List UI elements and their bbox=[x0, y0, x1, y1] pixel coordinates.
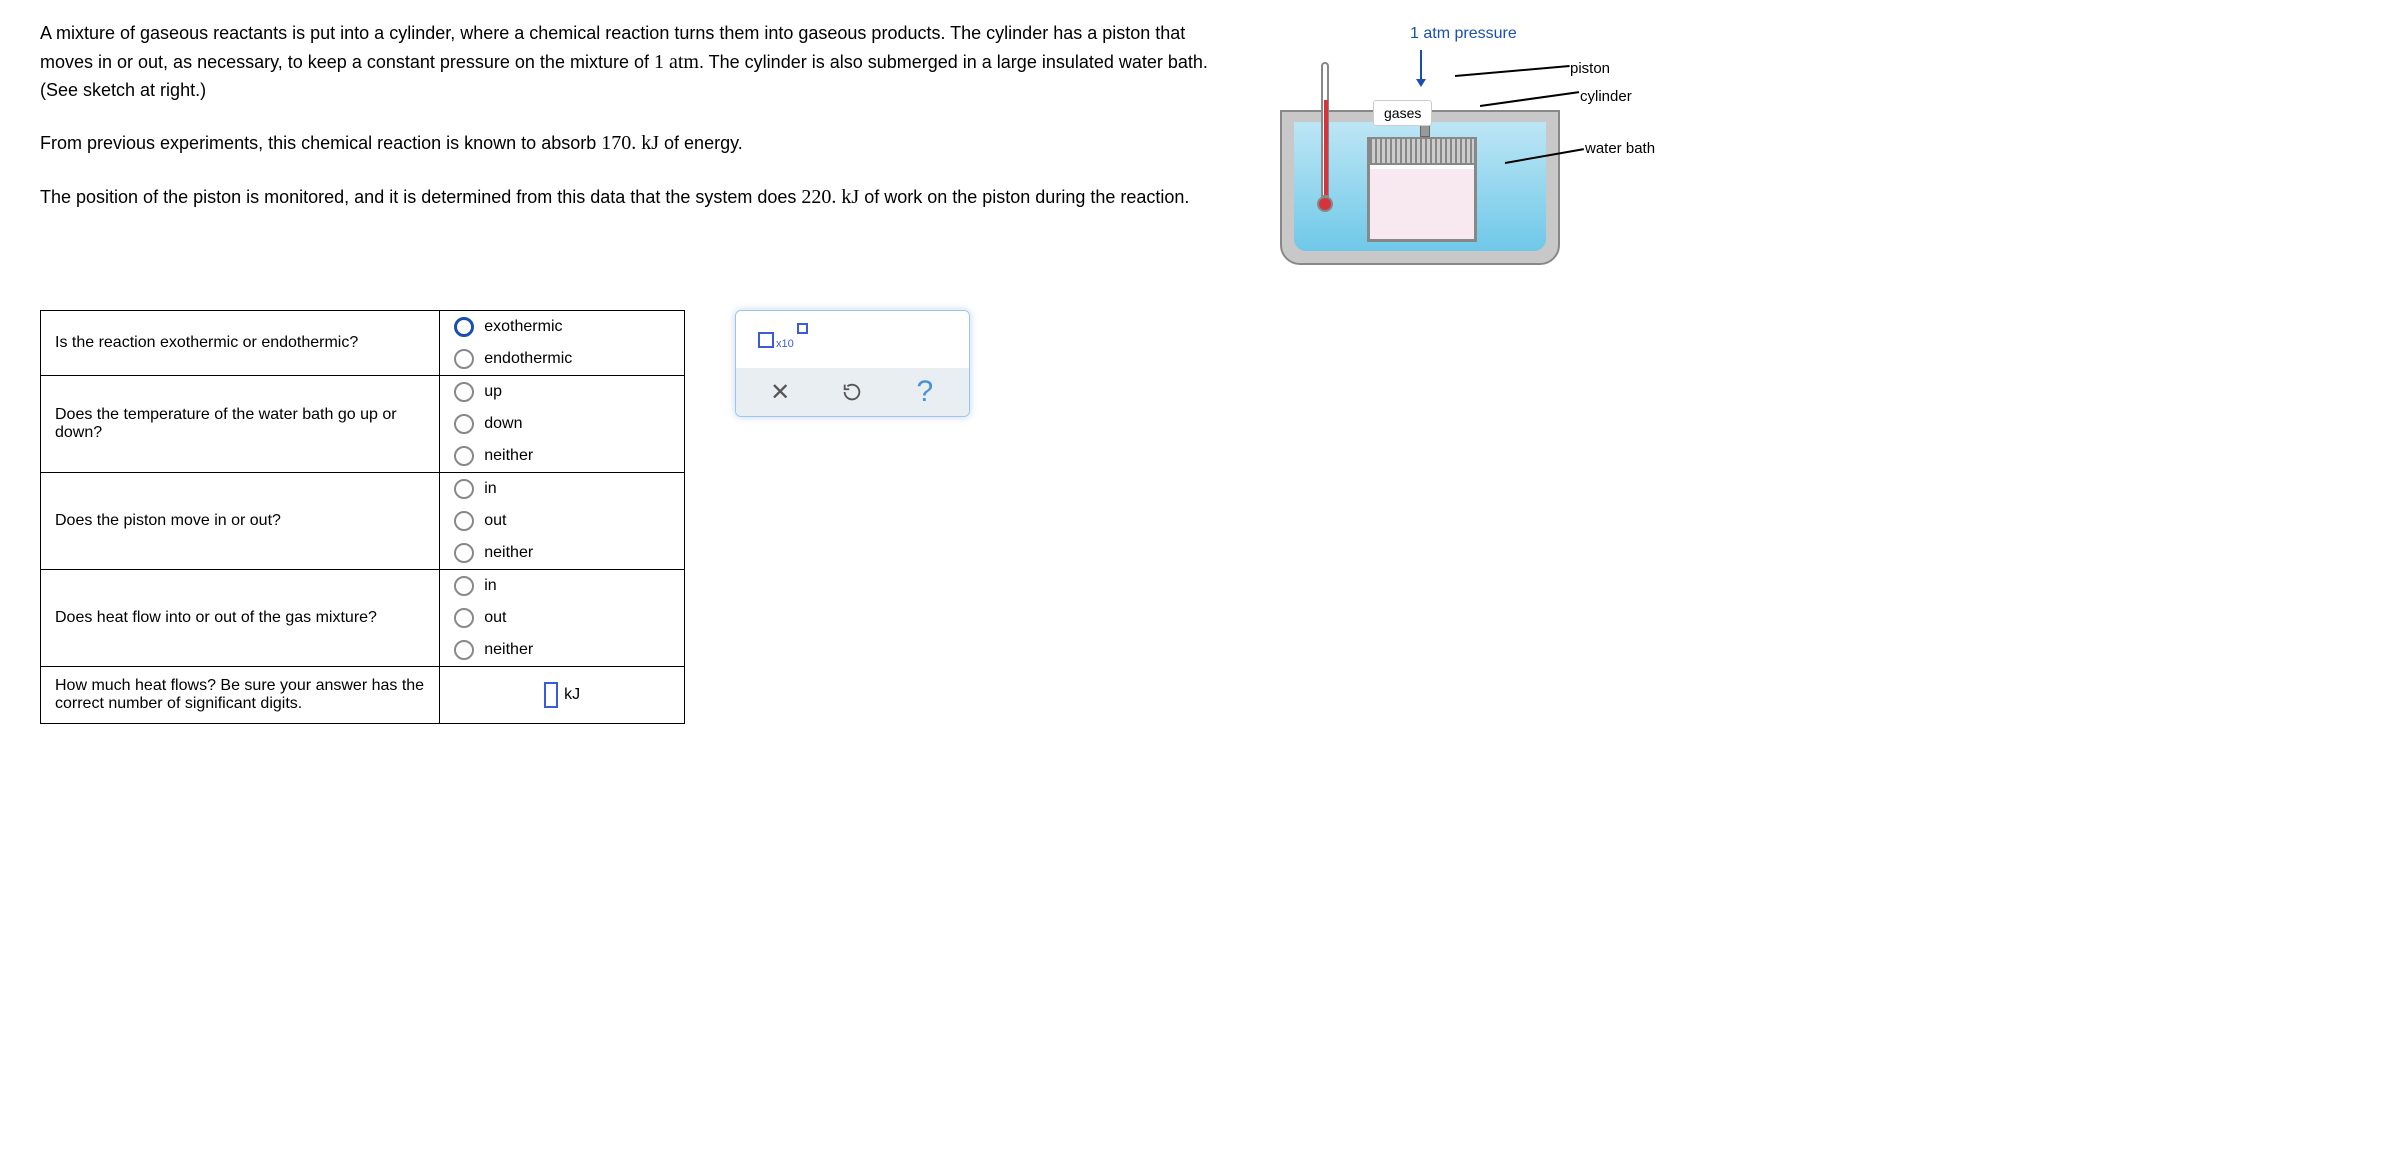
answer-options: exothermic endothermic bbox=[440, 311, 685, 376]
cylinder-label: cylinder bbox=[1580, 88, 1632, 105]
para3-b: of work on the piston during the reactio… bbox=[859, 187, 1189, 207]
heat-input[interactable] bbox=[544, 682, 558, 708]
radio-option[interactable]: in bbox=[440, 473, 684, 505]
option-label: down bbox=[484, 415, 522, 433]
option-label: in bbox=[484, 577, 496, 595]
radio-option[interactable]: up bbox=[440, 376, 684, 408]
radio-icon bbox=[454, 414, 474, 434]
radio-icon bbox=[454, 317, 474, 337]
question-text: Does the temperature of the water bath g… bbox=[41, 376, 440, 473]
heat-answer-cell: kJ bbox=[440, 667, 685, 724]
clear-button[interactable]: ✕ bbox=[764, 376, 796, 408]
radio-option[interactable]: out bbox=[440, 602, 684, 634]
piston-label: piston bbox=[1570, 60, 1610, 77]
question-text: Does the piston move in or out? bbox=[41, 473, 440, 570]
radio-icon bbox=[454, 608, 474, 628]
close-icon: ✕ bbox=[770, 378, 790, 407]
option-label: in bbox=[484, 480, 496, 498]
answer-options: in out neither bbox=[440, 473, 685, 570]
sci-notation-button[interactable]: x10 bbox=[736, 311, 969, 368]
sci-box-icon bbox=[758, 332, 774, 348]
cylinder-shape bbox=[1367, 137, 1477, 242]
option-label: up bbox=[484, 383, 502, 401]
radio-icon bbox=[454, 543, 474, 563]
radio-icon bbox=[454, 576, 474, 596]
question-text: Is the reaction exothermic or endothermi… bbox=[41, 311, 440, 376]
sci-exp-box-icon bbox=[797, 323, 808, 334]
thermometer-icon bbox=[1317, 62, 1333, 212]
radio-option[interactable]: endothermic bbox=[440, 343, 684, 375]
radio-option[interactable]: neither bbox=[440, 537, 684, 569]
answer-options: in out neither bbox=[440, 570, 685, 667]
reset-button[interactable] bbox=[836, 376, 868, 408]
radio-icon bbox=[454, 446, 474, 466]
radio-option[interactable]: neither bbox=[440, 634, 684, 666]
radio-option[interactable]: neither bbox=[440, 440, 684, 472]
para2-a: From previous experiments, this chemical… bbox=[40, 133, 601, 153]
help-button[interactable]: ? bbox=[909, 376, 941, 408]
radio-icon bbox=[454, 349, 474, 369]
radio-option[interactable]: down bbox=[440, 408, 684, 440]
problem-text: A mixture of gaseous reactants is put in… bbox=[40, 20, 1220, 236]
bath-container bbox=[1280, 110, 1560, 265]
option-label: neither bbox=[484, 544, 533, 562]
option-label: endothermic bbox=[484, 350, 572, 368]
heat-unit: kJ bbox=[564, 686, 580, 703]
option-label: neither bbox=[484, 641, 533, 659]
reset-icon bbox=[841, 381, 863, 403]
energy-value: 170. kJ bbox=[601, 132, 659, 154]
radio-option[interactable]: out bbox=[440, 505, 684, 537]
option-label: exothermic bbox=[484, 318, 562, 336]
water-bath-label: water bath bbox=[1585, 140, 1655, 157]
help-icon: ? bbox=[916, 375, 933, 409]
question-text: Does heat flow into or out of the gas mi… bbox=[41, 570, 440, 667]
gases-label: gases bbox=[1373, 100, 1432, 126]
tool-panel: x10 ✕ ? bbox=[735, 310, 970, 417]
heat-question-text: How much heat flows? Be sure your answer… bbox=[41, 667, 440, 724]
pressure-arrow-icon bbox=[1420, 50, 1422, 85]
answer-options: up down neither bbox=[440, 376, 685, 473]
atm-value: 1 atm bbox=[654, 51, 699, 73]
radio-icon bbox=[454, 511, 474, 531]
question-table: Is the reaction exothermic or endothermi… bbox=[40, 310, 685, 724]
pressure-label: 1 atm pressure bbox=[1410, 25, 1517, 43]
option-label: out bbox=[484, 512, 506, 530]
radio-option[interactable]: exothermic bbox=[440, 311, 684, 343]
radio-option[interactable]: in bbox=[440, 570, 684, 602]
radio-icon bbox=[454, 640, 474, 660]
work-value: 220. kJ bbox=[801, 186, 859, 208]
piston-shape bbox=[1368, 137, 1476, 165]
apparatus-diagram: 1 atm pressure piston cylinder water bat… bbox=[1280, 20, 1660, 280]
para2-b: of energy. bbox=[659, 133, 743, 153]
sci-x10-label: x10 bbox=[776, 338, 794, 350]
option-label: neither bbox=[484, 447, 533, 465]
radio-icon bbox=[454, 479, 474, 499]
para3-a: The position of the piston is monitored,… bbox=[40, 187, 801, 207]
option-label: out bbox=[484, 609, 506, 627]
radio-icon bbox=[454, 382, 474, 402]
